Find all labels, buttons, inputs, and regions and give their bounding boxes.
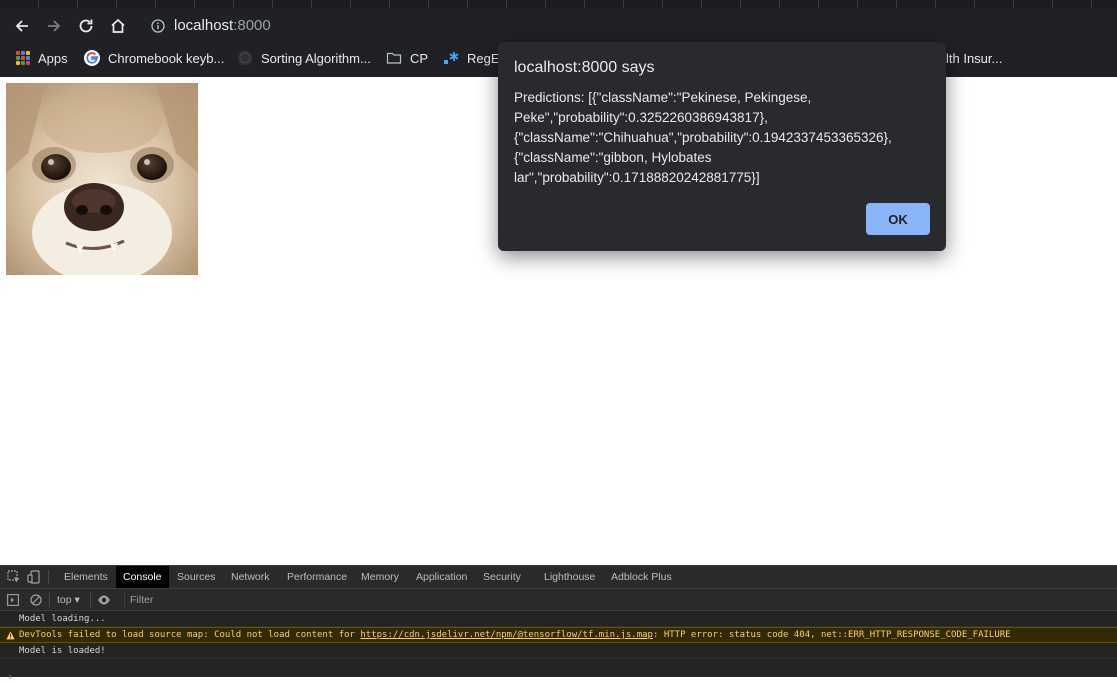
alert-dialog: localhost:8000 says Predictions: [{"clas… xyxy=(498,42,946,251)
url-host: localhost xyxy=(174,17,234,34)
url-text[interactable]: localhost:8000 xyxy=(174,17,271,34)
dialog-message-line: lar","probability":0.17188820242881775}] xyxy=(514,170,760,185)
apps-grid-icon xyxy=(16,51,30,65)
inspect-element-icon[interactable] xyxy=(7,570,21,584)
bookmark-health-insurance[interactable]: lth Insur... xyxy=(946,48,1002,68)
tab-console[interactable]: Console xyxy=(116,566,169,588)
browser-toolbar: localhost:8000 xyxy=(0,8,1117,44)
devtools-tab-bar: Elements Console Sources Network Perform… xyxy=(0,566,1117,589)
tab-strip[interactable] xyxy=(0,0,1117,8)
bookmark-label: lth Insur... xyxy=(946,50,1003,66)
folder-icon xyxy=(386,52,402,64)
bookmark-label: RegE xyxy=(467,50,500,66)
google-icon xyxy=(84,50,100,66)
separator xyxy=(48,570,49,584)
tab-elements[interactable]: Elements xyxy=(57,566,115,588)
arrow-right-icon xyxy=(48,20,61,32)
bookmark-regex[interactable]: RegE xyxy=(443,48,500,68)
sidebar-toggle-icon[interactable] xyxy=(7,593,19,607)
tab-application[interactable]: Application xyxy=(409,566,474,588)
context-selector[interactable]: top ▾ xyxy=(57,593,80,607)
reload-button[interactable] xyxy=(74,14,98,38)
url-port: :8000 xyxy=(233,17,271,34)
arrow-left-icon xyxy=(15,20,28,32)
console-toolbar: top ▾ Filter xyxy=(0,589,1117,611)
bookmark-apps[interactable]: Apps xyxy=(16,48,68,68)
bookmark-label: Chromebook keyb... xyxy=(108,50,225,66)
device-toolbar-icon[interactable] xyxy=(27,570,41,584)
dialog-message-line: Peke","probability":0.3252260386943817}, xyxy=(514,110,768,125)
warning-suffix: : HTTP error: status code 404, net::ERR_… xyxy=(652,630,1011,640)
back-button[interactable] xyxy=(10,14,34,38)
address-bar[interactable]: localhost:8000 xyxy=(142,11,1117,41)
clear-console-icon[interactable] xyxy=(30,593,42,607)
bookmark-label: CP xyxy=(410,50,429,66)
separator xyxy=(49,593,50,607)
reload-icon xyxy=(79,19,93,33)
globe-icon xyxy=(237,50,253,66)
bookmark-folder-cp[interactable]: CP xyxy=(386,48,428,68)
tab-sources[interactable]: Sources xyxy=(170,566,223,588)
console-warning: DevTools failed to load source map: Coul… xyxy=(0,627,1117,643)
ok-button[interactable]: OK xyxy=(866,203,930,235)
tab-network[interactable]: Network xyxy=(224,566,277,588)
forward-button[interactable] xyxy=(42,14,66,38)
regex-icon xyxy=(444,52,459,64)
dialog-message-line: {"className":"Chihuahua","probability":0… xyxy=(514,130,892,145)
devtools-panel: Elements Console Sources Network Perform… xyxy=(0,565,1117,683)
bookmark-chromebook[interactable]: Chromebook keyb... xyxy=(84,48,224,68)
dialog-title: localhost:8000 says xyxy=(514,59,655,76)
home-icon xyxy=(111,18,125,33)
tab-lighthouse[interactable]: Lighthouse xyxy=(537,566,602,588)
separator xyxy=(90,593,91,607)
bookmark-label: Apps xyxy=(38,50,68,66)
warning-prefix: DevTools failed to load source map: Coul… xyxy=(19,630,361,640)
bookmark-sorting[interactable]: Sorting Algorithm... xyxy=(237,48,371,68)
dog-photo xyxy=(6,83,198,275)
tab-performance[interactable]: Performance xyxy=(280,566,354,588)
chihuahua-image xyxy=(6,83,198,275)
tab-security[interactable]: Security xyxy=(476,566,528,588)
console-message: Model is loaded! xyxy=(0,643,1117,659)
dialog-message-line: Predictions: [{"className":"Pekinese, Pe… xyxy=(514,90,812,105)
eye-icon[interactable] xyxy=(97,593,111,607)
info-icon[interactable] xyxy=(151,19,165,33)
source-map-link[interactable]: https://cdn.jsdelivr.net/npm/@tensorflow… xyxy=(360,630,653,640)
bookmark-label: Sorting Algorithm... xyxy=(261,50,371,66)
warning-icon xyxy=(6,631,15,640)
dialog-message: Predictions: [{"className":"Pekinese, Pe… xyxy=(514,88,924,188)
console-filter-input[interactable]: Filter xyxy=(124,592,374,608)
tab-memory[interactable]: Memory xyxy=(354,566,406,588)
tab-adblock-plus[interactable]: Adblock Plus xyxy=(604,566,679,588)
console-output: Model loading... DevTools failed to load… xyxy=(0,611,1117,683)
home-button[interactable] xyxy=(106,14,130,38)
console-message: Model loading... xyxy=(0,611,1117,627)
dialog-message-line: {"className":"gibbon, Hylobates xyxy=(514,150,712,165)
